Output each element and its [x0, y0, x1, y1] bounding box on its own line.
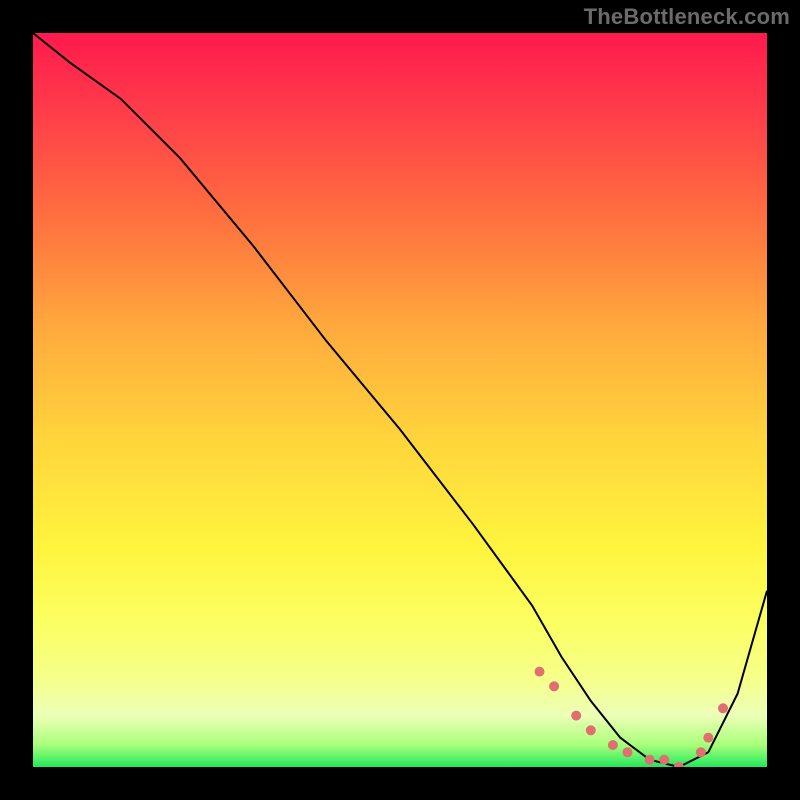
marker-dot — [535, 667, 545, 677]
marker-dot — [623, 747, 633, 757]
marker-dot — [703, 733, 713, 743]
plot-area — [33, 33, 767, 767]
marker-dot — [674, 762, 684, 767]
chart-frame: TheBottleneck.com — [0, 0, 800, 800]
marker-dot — [659, 755, 669, 765]
marker-dot — [696, 747, 706, 757]
marker-dot — [608, 740, 618, 750]
curve-layer — [33, 33, 767, 767]
marker-dot — [645, 755, 655, 765]
marker-dot — [718, 703, 728, 713]
bottleneck-curve — [33, 33, 767, 767]
watermark-text: TheBottleneck.com — [584, 4, 790, 30]
marker-dot — [586, 725, 596, 735]
marker-dot — [549, 681, 559, 691]
marker-dot — [571, 711, 581, 721]
marker-group — [535, 667, 729, 767]
